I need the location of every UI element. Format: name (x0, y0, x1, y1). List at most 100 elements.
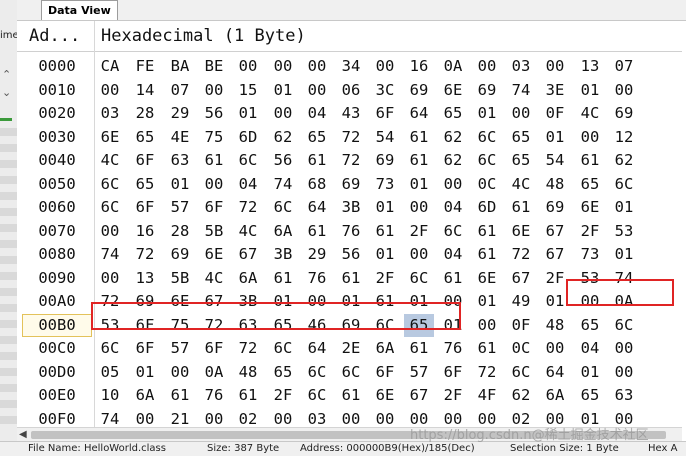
hex-byte[interactable]: 65 (575, 173, 605, 197)
hex-byte[interactable]: 69 (336, 173, 366, 197)
hex-byte[interactable]: 01 (404, 173, 434, 197)
hex-byte[interactable]: 01 (609, 243, 639, 267)
hex-byte[interactable]: 65 (438, 102, 468, 126)
hex-byte[interactable]: 00 (302, 55, 332, 79)
hex-byte[interactable]: 6A (370, 337, 400, 361)
hex-byte[interactable]: 48 (233, 361, 263, 385)
hex-byte[interactable]: 01 (233, 102, 263, 126)
hex-byte[interactable]: 69 (472, 79, 502, 103)
hex-byte[interactable]: 68 (302, 173, 332, 197)
row-address[interactable]: 0000 (22, 55, 92, 79)
hex-byte[interactable]: 00 (506, 102, 536, 126)
hex-byte[interactable]: 61 (506, 196, 536, 220)
hex-byte[interactable]: 49 (506, 290, 536, 314)
hex-byte[interactable]: 72 (233, 337, 263, 361)
hex-byte[interactable]: 4E (165, 126, 195, 150)
hex-byte[interactable]: 0A (438, 55, 468, 79)
hex-byte[interactable]: 2E (336, 337, 366, 361)
hex-byte[interactable]: 73 (370, 173, 400, 197)
row-address[interactable]: 0080 (22, 243, 92, 267)
hex-byte[interactable]: 57 (165, 337, 195, 361)
hex-byte[interactable]: 07 (165, 79, 195, 103)
hex-byte[interactable]: 00 (302, 79, 332, 103)
hex-byte[interactable]: 48 (540, 173, 570, 197)
hex-byte[interactable]: 6C (302, 361, 332, 385)
hex-byte[interactable]: 64 (404, 102, 434, 126)
hex-byte[interactable]: 62 (438, 149, 468, 173)
hex-byte[interactable]: 73 (575, 243, 605, 267)
row-address[interactable]: 0050 (22, 173, 92, 197)
hex-byte[interactable]: 4C (199, 267, 229, 291)
hex-byte[interactable]: 16 (404, 55, 434, 79)
hex-byte[interactable]: 6E (370, 384, 400, 408)
hex-byte[interactable]: 65 (506, 149, 536, 173)
hex-byte[interactable]: 75 (199, 126, 229, 150)
hex-byte[interactable]: BE (199, 55, 229, 79)
hex-byte[interactable]: 5B (199, 220, 229, 244)
hex-byte[interactable]: 3C (370, 79, 400, 103)
hex-byte[interactable]: 6C (233, 149, 263, 173)
row-address[interactable]: 0020 (22, 102, 92, 126)
hex-byte[interactable]: 6F (130, 196, 160, 220)
hex-byte[interactable]: 01 (540, 126, 570, 150)
hex-byte[interactable]: 54 (540, 149, 570, 173)
hex-byte[interactable]: 6C (268, 196, 298, 220)
hex-byte[interactable]: 72 (130, 243, 160, 267)
hex-byte[interactable]: 76 (199, 384, 229, 408)
hex-byte[interactable]: 67 (233, 243, 263, 267)
hex-byte[interactable]: 13 (130, 267, 160, 291)
hex-byte[interactable]: 04 (438, 196, 468, 220)
hex-byte[interactable]: 00 (95, 267, 125, 291)
hex-byte[interactable]: 2F (575, 220, 605, 244)
hex-byte[interactable]: 74 (268, 173, 298, 197)
hex-byte[interactable]: 61 (438, 267, 468, 291)
hex-byte[interactable]: 62 (438, 126, 468, 150)
hex-byte[interactable]: 0C (472, 173, 502, 197)
hex-byte[interactable]: 65 (506, 126, 536, 150)
hex-byte[interactable]: 65 (575, 384, 605, 408)
hex-byte[interactable]: 4F (472, 384, 502, 408)
hex-byte[interactable]: 6F (130, 337, 160, 361)
hex-byte[interactable]: 00 (438, 173, 468, 197)
hex-byte[interactable]: 61 (404, 149, 434, 173)
hex-byte[interactable]: 05 (95, 361, 125, 385)
hex-byte[interactable]: 64 (540, 361, 570, 385)
hex-byte[interactable]: 69 (609, 102, 639, 126)
row-address[interactable]: 0090 (22, 267, 92, 291)
hex-byte[interactable]: 6E (199, 243, 229, 267)
hex-byte[interactable]: 01 (130, 361, 160, 385)
hex-byte[interactable]: 00 (95, 79, 125, 103)
hex-byte[interactable]: 56 (199, 102, 229, 126)
hex-data-view[interactable]: Ad... Hexadecimal (1 Byte) 0000 CA FE BA BE 0… (17, 21, 682, 428)
scroll-left-icon[interactable]: ◀ (19, 428, 27, 442)
hex-byte[interactable]: 2F (370, 267, 400, 291)
hex-byte[interactable]: 6C (438, 220, 468, 244)
hex-byte[interactable]: 00 (609, 361, 639, 385)
hex-byte[interactable]: 01 (472, 290, 502, 314)
hex-byte[interactable]: 5B (165, 267, 195, 291)
hex-byte[interactable]: 00 (540, 337, 570, 361)
hex-byte[interactable]: 74 (95, 243, 125, 267)
hex-byte[interactable]: 6C (609, 173, 639, 197)
hex-byte[interactable]: 00 (404, 196, 434, 220)
hex-byte[interactable]: 6C (268, 337, 298, 361)
hex-byte[interactable]: 67 (506, 267, 536, 291)
hex-byte[interactable]: 56 (268, 149, 298, 173)
hex-byte[interactable]: 04 (575, 337, 605, 361)
hex-byte[interactable]: 03 (506, 55, 536, 79)
hex-byte[interactable]: 28 (165, 220, 195, 244)
hex-byte[interactable]: 65 (575, 314, 605, 338)
hex-byte[interactable]: 6A (233, 267, 263, 291)
row-address[interactable]: 0010 (22, 79, 92, 103)
hex-byte[interactable]: 64 (302, 337, 332, 361)
hex-byte[interactable]: 61 (404, 126, 434, 150)
row-address[interactable]: 00D0 (22, 361, 92, 385)
hex-byte[interactable]: 67 (540, 243, 570, 267)
hex-byte[interactable]: 57 (404, 361, 434, 385)
chevron-down-icon[interactable]: ⌄ (2, 86, 11, 99)
hex-byte[interactable]: 28 (130, 102, 160, 126)
hex-byte[interactable]: 00 (95, 220, 125, 244)
hex-byte[interactable]: 69 (165, 243, 195, 267)
row-address[interactable]: 0060 (22, 196, 92, 220)
hex-byte[interactable]: 6F (370, 102, 400, 126)
